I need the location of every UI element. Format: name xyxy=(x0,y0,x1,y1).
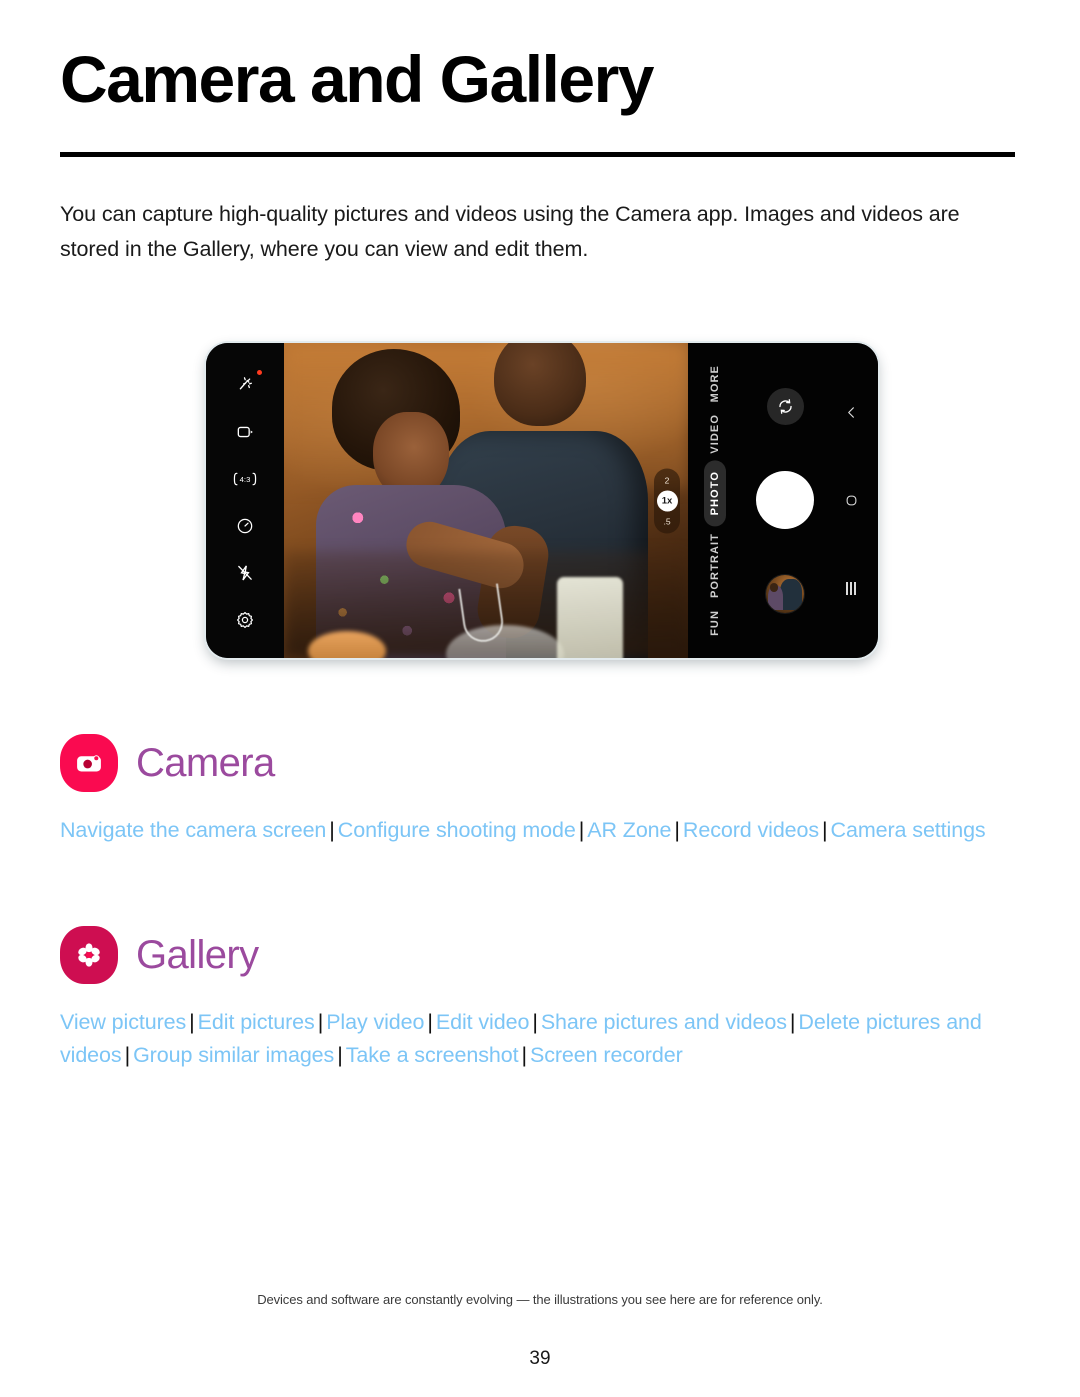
camera-app-name: Camera xyxy=(136,741,275,785)
system-navigation-bar xyxy=(830,343,872,658)
gallery-links: View pictures | Edit pictures | Play video | E… xyxy=(60,1006,1020,1072)
link-group-similar-images[interactable]: Group similar images xyxy=(133,1043,334,1067)
mode-more[interactable]: MORE xyxy=(707,360,723,407)
mode-portrait[interactable]: PORTRAIT xyxy=(707,528,723,603)
section-camera: Camera Navigate the camera screen | Config… xyxy=(60,734,1020,847)
link-camera-settings[interactable]: Camera settings xyxy=(831,818,986,842)
link-screen-recorder[interactable]: Screen recorder xyxy=(530,1043,683,1067)
link-separator: | xyxy=(578,818,585,842)
camera-action-buttons xyxy=(740,343,830,658)
link-separator: | xyxy=(317,1010,324,1034)
flash-off-icon[interactable] xyxy=(232,560,258,586)
mode-photo[interactable]: PHOTO xyxy=(704,460,726,527)
link-configure-shooting-mode[interactable]: Configure shooting mode xyxy=(338,818,576,842)
recents-bar xyxy=(854,581,856,595)
footer-disclaimer: Devices and software are constantly evol… xyxy=(257,1292,823,1307)
link-separator: | xyxy=(337,1043,343,1067)
link-separator: | xyxy=(124,1043,131,1067)
document-page: Camera and Gallery You can capture high-… xyxy=(0,0,1080,1397)
link-navigate-the-camera-screen[interactable]: Navigate the camera screen xyxy=(60,818,326,842)
magic-wand-icon[interactable] xyxy=(232,369,262,398)
link-separator: | xyxy=(822,818,828,842)
gallery-app-icon xyxy=(60,926,118,984)
camera-options-rail: 4:3 xyxy=(206,343,284,658)
recents-bars-icon[interactable] xyxy=(840,577,862,599)
link-ar-zone[interactable]: AR Zone xyxy=(587,818,671,842)
link-share-pictures-and-videos[interactable]: Share pictures and videos xyxy=(541,1010,787,1034)
intro-paragraph: You can capture high-quality pictures an… xyxy=(60,202,960,261)
link-view-pictures[interactable]: View pictures xyxy=(60,1010,186,1034)
shooting-mode-list: MORE VIDEO PHOTO PORTRAIT FUN xyxy=(692,343,738,658)
link-edit-video[interactable]: Edit video xyxy=(436,1010,530,1034)
recents-bar xyxy=(850,581,852,595)
milk-glass-foreground xyxy=(557,577,624,658)
section-gallery: Gallery View pictures | Edit pictures | Play… xyxy=(60,926,1020,1072)
link-separator: | xyxy=(329,818,335,842)
link-play-video[interactable]: Play video xyxy=(326,1010,424,1034)
home-squircle-icon[interactable] xyxy=(840,489,862,511)
zoom-step-0.5x[interactable]: .5 xyxy=(654,514,680,528)
link-separator: | xyxy=(674,818,680,842)
link-separator: | xyxy=(789,1010,796,1034)
link-separator: | xyxy=(427,1010,433,1034)
camera-links: Navigate the camera screen | Configure sho… xyxy=(60,814,1020,847)
zoom-selector[interactable]: 2 1x .5 xyxy=(654,468,680,533)
mode-fun[interactable]: FUN xyxy=(707,605,723,641)
aspect-ratio-icon[interactable]: 4:3 xyxy=(232,466,258,492)
recents-bar xyxy=(846,581,848,595)
link-record-videos[interactable]: Record videos xyxy=(683,818,819,842)
link-separator: | xyxy=(532,1010,538,1034)
gallery-section-header: Gallery xyxy=(60,926,1020,984)
new-feature-badge-dot xyxy=(257,369,262,375)
link-edit-pictures[interactable]: Edit pictures xyxy=(198,1010,315,1034)
phone-camera-illustration: 2 1x .5 4:3 MORE VIDEO PHOTO PORTRAIT FU… xyxy=(206,343,878,658)
page-number: 39 xyxy=(529,1348,551,1369)
page-title: Camera and Gallery xyxy=(60,42,654,116)
thumbnail-man xyxy=(780,578,802,610)
camera-app-icon xyxy=(60,734,118,792)
link-separator: | xyxy=(521,1043,527,1067)
gallery-thumbnail-button[interactable] xyxy=(766,575,804,613)
motion-photo-icon[interactable] xyxy=(232,419,258,445)
subject-man-head xyxy=(494,343,587,427)
shutter-button[interactable] xyxy=(756,471,814,529)
zoom-step-1x[interactable]: 1x xyxy=(656,490,678,511)
chevron-left-icon[interactable] xyxy=(840,402,862,424)
gallery-app-name: Gallery xyxy=(136,933,259,977)
timer-icon[interactable] xyxy=(232,513,258,539)
camera-section-header: Camera xyxy=(60,734,1020,792)
camera-viewfinder: 2 1x .5 xyxy=(284,343,688,658)
svg-text:4:3: 4:3 xyxy=(240,475,251,484)
camera-flip-icon[interactable] xyxy=(766,388,804,425)
phone-frame: 2 1x .5 4:3 MORE VIDEO PHOTO PORTRAIT FU… xyxy=(206,343,878,658)
link-take-a-screenshot[interactable]: Take a screenshot xyxy=(346,1043,519,1067)
zoom-step-2x[interactable]: 2 xyxy=(654,473,680,487)
camera-control-panel: MORE VIDEO PHOTO PORTRAIT FUN xyxy=(688,343,878,658)
mode-video[interactable]: VIDEO xyxy=(707,409,723,459)
settings-gear-icon[interactable] xyxy=(232,607,258,633)
link-separator: | xyxy=(189,1010,195,1034)
thumbnail-girl-head xyxy=(769,583,779,592)
title-divider xyxy=(60,152,1015,157)
